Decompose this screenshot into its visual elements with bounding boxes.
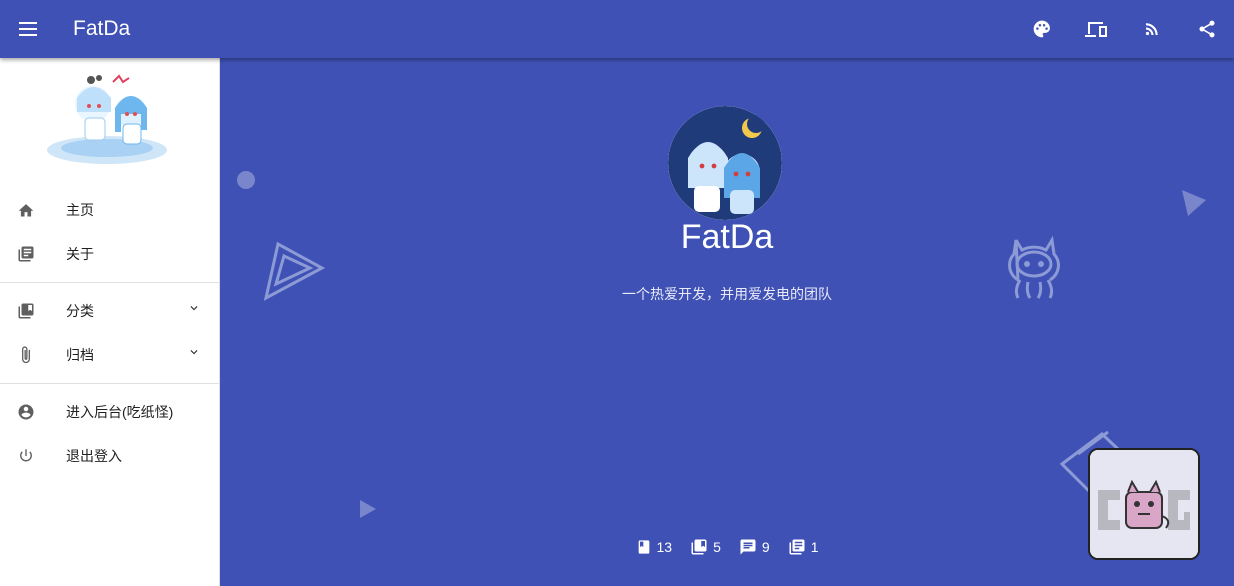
divider: [0, 282, 219, 283]
triangle-decoration: [1182, 190, 1206, 216]
stat-posts[interactable]: 13: [636, 538, 673, 556]
attachment-icon: [16, 345, 36, 365]
devices-icon: [1084, 22, 1107, 37]
sidebar-item-admin[interactable]: 进入后台(吃纸怪): [0, 390, 219, 434]
sidebar-item-label: 主页: [66, 202, 94, 218]
divider: [0, 383, 219, 384]
bookmark-icon: [638, 540, 649, 554]
article-icon: [789, 539, 805, 555]
account-icon: [16, 402, 36, 422]
stat-value: 1: [810, 539, 819, 555]
drawer-illustration: [0, 58, 219, 188]
chevron-down-icon[interactable]: [187, 345, 201, 362]
home-icon: [16, 200, 36, 220]
mascot-widget[interactable]: [1088, 448, 1200, 560]
triangle-decoration: [360, 500, 376, 518]
library-icon: [16, 301, 36, 321]
cat-mascot-image: [1090, 450, 1198, 558]
circle-decoration: [237, 171, 255, 189]
menu-icon: [19, 22, 37, 36]
hero-area: FatDa 一个热爱开发，并用爱发电的团队 13 5 9 1: [220, 58, 1234, 586]
sidebar-item-label: 分类: [66, 303, 94, 319]
power-icon: [16, 446, 36, 466]
stat-pages[interactable]: 1: [788, 538, 819, 556]
anime-characters-image: [46, 74, 167, 164]
rss-button[interactable]: [1124, 0, 1179, 58]
stat-value: 9: [761, 539, 770, 555]
share-button[interactable]: [1179, 0, 1234, 58]
stat-categories[interactable]: 5: [690, 538, 721, 556]
stat-value: 13: [656, 539, 673, 555]
sidebar-item-label: 关于: [66, 246, 94, 262]
comment-icon: [740, 539, 756, 555]
sidebar-item-categories[interactable]: 分类: [0, 289, 219, 333]
menu-button[interactable]: [0, 0, 58, 58]
sidebar-item-label: 归档: [66, 347, 94, 363]
sidebar-item-label: 进入后台(吃纸怪): [66, 404, 174, 420]
rss-icon: [1145, 23, 1158, 36]
sidebar-item-about[interactable]: 关于: [0, 232, 219, 276]
app-bar: FatDa: [0, 0, 1234, 58]
stats-bar: 13 5 9 1: [220, 538, 1234, 556]
devices-button[interactable]: [1069, 0, 1124, 58]
share-icon: [1199, 20, 1214, 38]
app-title[interactable]: FatDa: [73, 17, 130, 41]
site-description: 一个热爱开发，并用爱发电的团队: [622, 286, 832, 302]
library-icon: [691, 539, 707, 555]
navigation-drawer: 主页 关于 分类 归档 进入后台(吃纸怪) 退出登入: [0, 58, 220, 586]
palette-icon: [1033, 20, 1050, 38]
sidebar-item-label: 退出登入: [66, 448, 122, 464]
stat-comments[interactable]: 9: [739, 538, 770, 556]
sidebar-item-logout[interactable]: 退出登入: [0, 434, 219, 478]
sidebar-item-home[interactable]: 主页: [0, 188, 219, 232]
stat-value: 5: [713, 539, 721, 555]
sidebar-item-archive[interactable]: 归档: [0, 333, 219, 377]
avatar: [668, 106, 782, 220]
theme-button[interactable]: [1014, 0, 1069, 58]
avatar-image: [668, 106, 782, 220]
chevron-down-icon[interactable]: [187, 301, 201, 318]
site-title: FatDa: [680, 218, 774, 256]
article-icon: [16, 244, 36, 264]
